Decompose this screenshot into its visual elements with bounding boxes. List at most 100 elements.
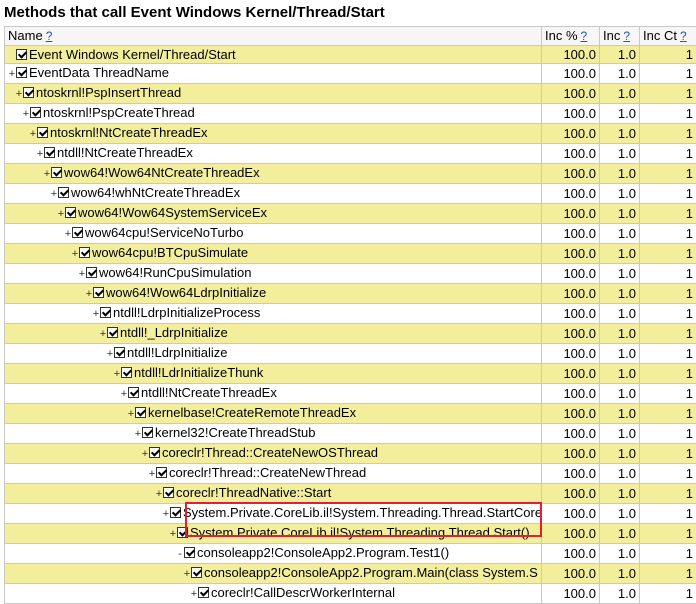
table-row[interactable]: +ntdll!_LdrpInitialize100.01.01 xyxy=(5,324,696,344)
expand-toggle-icon[interactable]: + xyxy=(162,506,170,523)
name-cell[interactable]: +kernel32!CreateThreadStub xyxy=(5,424,542,444)
column-header-inc-pct[interactable]: Inc %? xyxy=(542,27,600,46)
expand-toggle-icon[interactable]: + xyxy=(113,366,121,383)
checkbox-icon[interactable] xyxy=(100,307,111,318)
checkbox-icon[interactable] xyxy=(121,367,132,378)
name-cell[interactable]: Event Windows Kernel/Thread/Start xyxy=(5,46,542,64)
checkbox-icon[interactable] xyxy=(170,507,181,518)
expand-toggle-icon[interactable]: + xyxy=(22,106,30,123)
expand-toggle-icon[interactable]: + xyxy=(64,226,72,243)
expand-toggle-icon[interactable]: + xyxy=(134,426,142,443)
expand-toggle-icon[interactable]: + xyxy=(36,146,44,163)
table-row[interactable]: +wow64cpu!ServiceNoTurbo100.01.01 xyxy=(5,224,696,244)
expand-toggle-icon[interactable]: + xyxy=(43,166,51,183)
checkbox-icon[interactable] xyxy=(163,487,174,498)
table-row[interactable]: +coreclr!Thread::CreateNewThread100.01.0… xyxy=(5,464,696,484)
name-cell[interactable]: +coreclr!ThreadNative::Start xyxy=(5,484,542,504)
name-cell[interactable]: +ntoskrnl!NtCreateThreadEx xyxy=(5,124,542,144)
checkbox-icon[interactable] xyxy=(16,49,27,60)
table-row[interactable]: +wow64!Wow64NtCreateThreadEx100.01.01 xyxy=(5,164,696,184)
table-row[interactable]: +wow64!Wow64SystemServiceEx100.01.01 xyxy=(5,204,696,224)
table-row[interactable]: +ntdll!LdrInitializeThunk100.01.01 xyxy=(5,364,696,384)
table-row[interactable]: +coreclr!CallDescrWorkerInternal100.01.0… xyxy=(5,584,696,604)
table-row[interactable]: +wow64cpu!BTCpuSimulate100.01.01 xyxy=(5,244,696,264)
column-header-name[interactable]: Name? xyxy=(5,27,542,46)
expand-toggle-icon[interactable]: + xyxy=(148,466,156,483)
checkbox-icon[interactable] xyxy=(191,567,202,578)
name-cell[interactable]: +coreclr!CallDescrWorkerInternal xyxy=(5,584,542,604)
checkbox-icon[interactable] xyxy=(184,547,195,558)
inc-ct-help-link[interactable]: ? xyxy=(680,29,687,43)
name-help-link[interactable]: ? xyxy=(46,29,53,43)
expand-toggle-icon[interactable]: + xyxy=(78,266,86,283)
table-row[interactable]: +wow64!RunCpuSimulation100.01.01 xyxy=(5,264,696,284)
expand-toggle-icon[interactable]: + xyxy=(190,586,198,603)
name-cell[interactable]: +EventData ThreadName xyxy=(5,64,542,84)
checkbox-icon[interactable] xyxy=(107,327,118,338)
name-cell[interactable]: +ntdll!LdrInitializeThunk xyxy=(5,364,542,384)
name-cell[interactable]: +ntdll!NtCreateThreadEx xyxy=(5,384,542,404)
expand-toggle-icon[interactable]: + xyxy=(8,66,16,83)
expand-toggle-icon[interactable]: + xyxy=(155,486,163,503)
expand-toggle-icon[interactable]: + xyxy=(183,566,191,583)
checkbox-icon[interactable] xyxy=(23,87,34,98)
name-cell[interactable]: +ntoskrnl!PspCreateThread xyxy=(5,104,542,124)
table-row[interactable]: Event Windows Kernel/Thread/Start100.01.… xyxy=(5,46,696,64)
expand-toggle-icon[interactable]: + xyxy=(85,286,93,303)
checkbox-icon[interactable] xyxy=(16,67,27,78)
name-cell[interactable]: +ntdll!LdrpInitialize xyxy=(5,344,542,364)
name-cell[interactable]: +coreclr!Thread::CreateNewOSThread xyxy=(5,444,542,464)
table-row[interactable]: +coreclr!Thread::CreateNewOSThread100.01… xyxy=(5,444,696,464)
table-row[interactable]: +System.Private.CoreLib.il!System.Thread… xyxy=(5,524,696,544)
checkbox-icon[interactable] xyxy=(44,147,55,158)
name-cell[interactable]: +consoleapp2!ConsoleApp2.Program.Main(cl… xyxy=(5,564,542,584)
table-row[interactable]: +wow64!whNtCreateThreadEx100.01.01 xyxy=(5,184,696,204)
table-row[interactable]: +coreclr!ThreadNative::Start100.01.01 xyxy=(5,484,696,504)
checkbox-icon[interactable] xyxy=(79,247,90,258)
column-header-inc-ct[interactable]: Inc Ct? xyxy=(640,27,696,46)
name-cell[interactable]: +ntoskrnl!PspInsertThread xyxy=(5,84,542,104)
expand-toggle-icon[interactable]: + xyxy=(15,86,23,103)
checkbox-icon[interactable] xyxy=(142,427,153,438)
table-row[interactable]: +ntdll!NtCreateThreadEx100.01.01 xyxy=(5,144,696,164)
checkbox-icon[interactable] xyxy=(37,127,48,138)
table-row[interactable]: +ntoskrnl!PspCreateThread100.01.01 xyxy=(5,104,696,124)
checkbox-icon[interactable] xyxy=(86,267,97,278)
name-cell[interactable]: +System.Private.CoreLib.il!System.Thread… xyxy=(5,524,542,544)
name-cell[interactable]: +wow64!Wow64LdrpInitialize xyxy=(5,284,542,304)
checkbox-icon[interactable] xyxy=(177,527,188,538)
name-cell[interactable]: +System.Private.CoreLib.il!System.Thread… xyxy=(5,504,542,524)
table-row[interactable]: -consoleapp2!ConsoleApp2.Program.Test1()… xyxy=(5,544,696,564)
expand-toggle-icon[interactable]: - xyxy=(176,546,184,563)
checkbox-icon[interactable] xyxy=(51,167,62,178)
checkbox-icon[interactable] xyxy=(114,347,125,358)
checkbox-icon[interactable] xyxy=(65,207,76,218)
table-row[interactable]: +ntoskrnl!NtCreateThreadEx100.01.01 xyxy=(5,124,696,144)
name-cell[interactable]: +wow64!whNtCreateThreadEx xyxy=(5,184,542,204)
expand-toggle-icon[interactable]: + xyxy=(92,306,100,323)
table-row[interactable]: +wow64!Wow64LdrpInitialize100.01.01 xyxy=(5,284,696,304)
checkbox-icon[interactable] xyxy=(135,407,146,418)
checkbox-icon[interactable] xyxy=(156,467,167,478)
name-cell[interactable]: +wow64cpu!BTCpuSimulate xyxy=(5,244,542,264)
expand-toggle-icon[interactable]: + xyxy=(169,526,177,543)
table-row[interactable]: +System.Private.CoreLib.il!System.Thread… xyxy=(5,504,696,524)
name-cell[interactable]: +ntdll!LdrpInitializeProcess xyxy=(5,304,542,324)
name-cell[interactable]: +kernelbase!CreateRemoteThreadEx xyxy=(5,404,542,424)
column-header-inc[interactable]: Inc? xyxy=(600,27,640,46)
checkbox-icon[interactable] xyxy=(72,227,83,238)
name-cell[interactable]: +coreclr!Thread::CreateNewThread xyxy=(5,464,542,484)
checkbox-icon[interactable] xyxy=(30,107,41,118)
table-row[interactable]: +ntoskrnl!PspInsertThread100.01.01 xyxy=(5,84,696,104)
inc-help-link[interactable]: ? xyxy=(623,29,630,43)
name-cell[interactable]: +ntdll!NtCreateThreadEx xyxy=(5,144,542,164)
table-row[interactable]: +ntdll!LdrpInitialize100.01.01 xyxy=(5,344,696,364)
table-row[interactable]: +consoleapp2!ConsoleApp2.Program.Main(cl… xyxy=(5,564,696,584)
checkbox-icon[interactable] xyxy=(149,447,160,458)
name-cell[interactable]: +wow64cpu!ServiceNoTurbo xyxy=(5,224,542,244)
checkbox-icon[interactable] xyxy=(58,187,69,198)
expand-toggle-icon[interactable]: + xyxy=(99,326,107,343)
name-cell[interactable]: +ntdll!_LdrpInitialize xyxy=(5,324,542,344)
expand-toggle-icon[interactable]: + xyxy=(106,346,114,363)
table-row[interactable]: +EventData ThreadName100.01.01 xyxy=(5,64,696,84)
